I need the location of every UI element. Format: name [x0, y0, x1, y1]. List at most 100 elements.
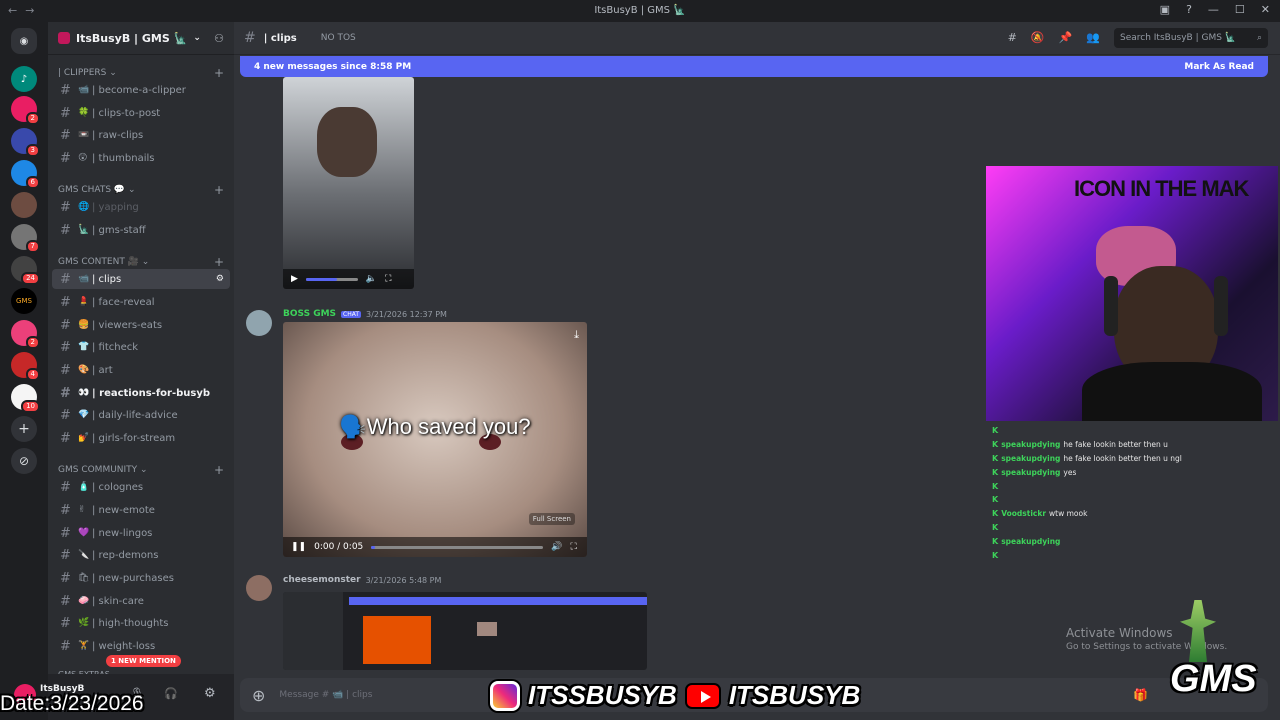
- channel-new-purchases[interactable]: # 🛍 | new-purchases: [52, 568, 230, 588]
- channel-art[interactable]: # 🎨 | art: [52, 360, 230, 380]
- badge-icon: K: [992, 522, 999, 532]
- pause-icon[interactable]: ❚❚: [291, 542, 306, 552]
- add-attachment-icon[interactable]: ⊕: [252, 686, 265, 705]
- badge-icon: K: [992, 550, 999, 560]
- hash-icon: #: [60, 638, 71, 654]
- server-icon[interactable]: 7: [11, 224, 40, 253]
- channel-daily-life-advice[interactable]: # 💎 | daily-life-advice: [52, 405, 230, 425]
- category-clippers[interactable]: | CLIPPERS ⌄ +: [58, 66, 224, 80]
- fullscreen-icon[interactable]: ⛶: [571, 542, 577, 552]
- channel-thumbnails[interactable]: # 😲 | thumbnails: [52, 148, 230, 168]
- channel-face-reveal[interactable]: # 💄 | face-reveal: [52, 292, 230, 312]
- play-icon[interactable]: ▶: [291, 274, 298, 284]
- avatar[interactable]: [246, 575, 272, 601]
- new-messages-text: 4 new messages since 8:58 PM: [254, 61, 412, 72]
- server-list: ◉ ♪ 2 3 6 7 24 GMS 2 4 10 + ⊘: [0, 22, 48, 720]
- add-server-icon[interactable]: +: [11, 416, 37, 442]
- server-icon[interactable]: [11, 192, 37, 218]
- add-channel-icon[interactable]: +: [214, 463, 224, 477]
- add-channel-icon[interactable]: +: [214, 183, 224, 197]
- server-icon[interactable]: 2: [11, 96, 40, 125]
- server-icon[interactable]: ♪: [11, 66, 37, 92]
- gift-icon[interactable]: 🎁: [1133, 688, 1148, 702]
- screenshot-thumb: [477, 622, 497, 636]
- channel-viewers-eats[interactable]: # 🍔 | viewers-eats: [52, 315, 230, 335]
- settings-icon[interactable]: ⚙: [216, 274, 224, 284]
- author-name[interactable]: BOSS GMS: [283, 309, 336, 319]
- category-gms-community[interactable]: GMS COMMUNITY ⌄ +: [58, 463, 224, 477]
- mark-as-read-button[interactable]: Mark As Read: [1184, 62, 1254, 72]
- chevron-down-icon: ⌄: [193, 33, 201, 43]
- explore-icon[interactable]: ⊘: [11, 448, 37, 474]
- channel-reactions-for-busyb[interactable]: # 👀 | reactions-for-busyb: [52, 383, 230, 403]
- search-input[interactable]: Search ItsBusyB | GMS 🗽 ⌕: [1114, 28, 1268, 48]
- pin-icon[interactable]: 📌: [1059, 31, 1073, 44]
- channel-clips[interactable]: # 📹 | clips ⚙: [52, 269, 230, 289]
- category-gms-chats[interactable]: GMS CHATS 💬 ⌄ +: [58, 183, 224, 197]
- channel-girls-for-stream[interactable]: # 💅 | girls-for-stream: [52, 428, 230, 448]
- hash-icon: #: [60, 82, 71, 98]
- youtube-icon: [684, 682, 721, 709]
- channel-rep-demons[interactable]: # 🔪 | rep-demons: [52, 545, 230, 565]
- add-channel-icon[interactable]: +: [214, 255, 224, 269]
- volume-icon[interactable]: 🔊: [551, 542, 562, 552]
- members-icon[interactable]: 👥: [1086, 31, 1100, 44]
- new-messages-bar[interactable]: 4 new messages since 8:58 PM Mark As Rea…: [240, 56, 1268, 77]
- channel-weight-loss[interactable]: # 🏋 | weight-loss: [52, 636, 230, 656]
- channel-new-emote[interactable]: # ✌ | new-emote: [52, 500, 230, 520]
- hash-icon: #: [60, 271, 71, 287]
- server-icon[interactable]: 4: [11, 352, 40, 381]
- server-header[interactable]: ItsBusyB | GMS 🗽 ⌄ ⚇: [48, 22, 234, 55]
- fullscreen-icon[interactable]: ⛶: [385, 274, 391, 284]
- threads-icon[interactable]: #: [1008, 31, 1017, 44]
- close-button[interactable]: ✕: [1261, 3, 1270, 16]
- mute-bell-icon[interactable]: 🔕: [1031, 31, 1045, 44]
- category-gms-content[interactable]: GMS CONTENT 🎥 ⌄ +: [58, 255, 224, 269]
- server-icon[interactable]: 6: [11, 160, 40, 189]
- gear-icon[interactable]: ⚙: [204, 686, 216, 701]
- hash-icon: #: [60, 407, 71, 423]
- channel-new-lingos[interactable]: # 💜 | new-lingos: [52, 523, 230, 543]
- channel-raw-clips[interactable]: # 📼 | raw-clips: [52, 125, 230, 145]
- progress-bar[interactable]: [305, 277, 358, 281]
- home-button[interactable]: ◉: [11, 28, 37, 54]
- hash-icon: #: [60, 570, 71, 586]
- server-icon[interactable]: 10: [11, 384, 40, 413]
- video-frame: [317, 107, 377, 177]
- server-icon[interactable]: GMS: [11, 288, 37, 314]
- server-icon[interactable]: 24: [11, 256, 40, 285]
- channel-yapping[interactable]: # 🌐 | yapping: [52, 197, 230, 217]
- minimize-button[interactable]: —: [1208, 3, 1219, 16]
- channel-become-a-clipper[interactable]: # 📹 | become-a-clipper: [52, 80, 230, 100]
- avatar[interactable]: [246, 310, 272, 336]
- headphones-icon[interactable]: 🎧: [164, 687, 178, 700]
- neon-sign: ICON IN THE MAK: [1074, 176, 1249, 201]
- hash-icon: #: [60, 593, 71, 609]
- chat-line: Kspeakupdying he fake lookin better then …: [992, 453, 1182, 463]
- image-attachment[interactable]: [283, 592, 647, 670]
- channel-colognes[interactable]: # 🧴 | colognes: [52, 477, 230, 497]
- chat-line: Kspeakupdying yes: [992, 467, 1077, 477]
- server-icon[interactable]: 2: [11, 320, 40, 349]
- channel-high-thoughts[interactable]: # 🌿 | high-thoughts: [52, 613, 230, 633]
- fullscreen-tooltip: Full Screen: [528, 513, 575, 525]
- help-icon[interactable]: ?: [1186, 3, 1192, 16]
- invite-icon[interactable]: ⚇: [214, 32, 224, 45]
- channel-header: # | clips NO TOS # 🔕 📌 👥 Search ItsBusyB…: [234, 22, 1280, 55]
- channel-skin-care[interactable]: # 🧼 | skin-care: [52, 591, 230, 611]
- inbox-icon[interactable]: ▣: [1160, 3, 1170, 16]
- server-icon[interactable]: 3: [11, 128, 40, 157]
- new-mention-pill[interactable]: 1 NEW MENTION: [106, 655, 181, 667]
- author-name[interactable]: cheesemonster: [283, 575, 361, 585]
- download-icon[interactable]: ⤓: [574, 328, 579, 342]
- video-attachment[interactable]: ⤓ 🗣️Who saved you? Full Screen ❚❚ 0:00 /…: [283, 322, 587, 557]
- progress-bar[interactable]: [371, 545, 544, 549]
- volume-icon[interactable]: 🔈: [366, 274, 377, 284]
- channel-fitcheck[interactable]: # 👕 | fitcheck: [52, 337, 230, 357]
- video-attachment[interactable]: ▶ 🔈 ⛶: [283, 77, 414, 289]
- channel-clips-to-post[interactable]: # 🍀 | clips-to-post: [52, 103, 230, 123]
- maximize-button[interactable]: ☐: [1235, 3, 1245, 16]
- timestamp: 3/21/2026 12:37 PM: [366, 309, 447, 319]
- add-channel-icon[interactable]: +: [214, 66, 224, 80]
- channel-gms-staff[interactable]: # 🗽 | gms-staff: [52, 220, 230, 240]
